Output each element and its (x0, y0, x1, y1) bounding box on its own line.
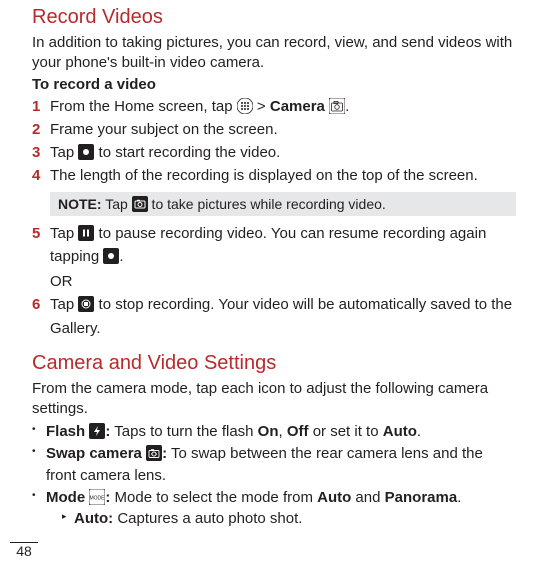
step-1-text-a: From the Home screen, tap (50, 98, 237, 115)
settings-list: Flash : Taps to turn the flash On, Off o… (32, 421, 516, 530)
step-1-gt: > (257, 98, 270, 115)
mode-pano: Panorama (385, 489, 458, 506)
camera-app-icon (329, 98, 345, 114)
sub-auto-text: Captures a auto photo shot. (113, 510, 302, 527)
record-icon (78, 144, 94, 160)
sub-auto-label: Auto: (74, 510, 113, 527)
step-5: Tap to pause recording video. You can re… (32, 222, 516, 294)
steps-list-2: Tap to pause recording video. You can re… (32, 222, 516, 340)
swap-label: Swap camera (46, 445, 146, 462)
note-box: NOTE: Tap to take pictures while recordi… (50, 192, 516, 216)
pause-icon (78, 225, 94, 241)
note-text-a: Tap (102, 196, 132, 212)
flash-text-a: Taps to turn the flash (110, 423, 257, 440)
step-4-text: The length of the recording is displayed… (50, 167, 478, 184)
section-title-camera-settings: Camera and Video Settings (32, 352, 516, 375)
flash-or: or set it to (309, 423, 383, 440)
steps-list: From the Home screen, tap > Camera . Fra… (32, 95, 516, 188)
step-1-text-b: . (345, 98, 349, 115)
flash-icon (89, 423, 105, 439)
bullet-mode: Mode : Mode to select the mode from Auto… (32, 487, 516, 531)
page-number: 48 (10, 542, 38, 559)
step-6-text-b: to stop recording. Your video will be au… (50, 296, 512, 336)
flash-on: On (258, 423, 279, 440)
mode-and: and (351, 489, 384, 506)
mode-text-a: Mode to select the mode from (110, 489, 317, 506)
flash-auto: Auto (383, 423, 417, 440)
note-label: NOTE: (58, 196, 102, 212)
mode-auto: Auto (317, 489, 351, 506)
step-5-text-c: . (119, 248, 123, 265)
mode-icon (89, 489, 105, 505)
step-2: Frame your subject on the screen. (32, 118, 516, 141)
bullet-flash: Flash : Taps to turn the flash On, Off o… (32, 421, 516, 443)
flash-off: Off (287, 423, 309, 440)
photo-icon (132, 196, 148, 212)
page: Record Videos In addition to taking pict… (0, 0, 544, 530)
step-4: The length of the recording is displayed… (32, 164, 516, 187)
step-1: From the Home screen, tap > Camera . (32, 95, 516, 118)
step-3: Tap to start recording the video. (32, 141, 516, 164)
flash-comma: , (279, 423, 287, 440)
step-5-or: OR (50, 270, 516, 293)
step-3-text-a: Tap (50, 144, 78, 161)
mode-sublist: Auto: Captures a auto photo shot. (62, 508, 516, 530)
note-text-b: to take pictures while recording video. (148, 196, 386, 212)
intro-text: In addition to taking pictures, you can … (32, 33, 516, 74)
subhead-record: To record a video (32, 76, 516, 93)
step-5-text-a: Tap (50, 225, 78, 242)
mode-end: . (457, 489, 461, 506)
intro-text-2: From the camera mode, tap each icon to a… (32, 379, 516, 420)
step-1-camera-label: Camera (270, 98, 329, 115)
apps-icon (237, 98, 253, 114)
step-6-text-a: Tap (50, 296, 78, 313)
step-6: Tap to stop recording. Your video will b… (32, 293, 516, 340)
section-title-record-videos: Record Videos (32, 6, 516, 29)
step-3-text-b: to start recording the video. (99, 144, 281, 161)
mode-label: Mode (46, 489, 89, 506)
stop-icon (78, 296, 94, 312)
record-icon (103, 248, 119, 264)
flash-label: Flash (46, 423, 89, 440)
swap-camera-icon (146, 445, 162, 461)
step-2-text: Frame your subject on the screen. (50, 121, 278, 138)
flash-end: . (417, 423, 421, 440)
sub-auto: Auto: Captures a auto photo shot. (62, 508, 516, 530)
bullet-swap: Swap camera : To swap between the rear c… (32, 443, 516, 487)
